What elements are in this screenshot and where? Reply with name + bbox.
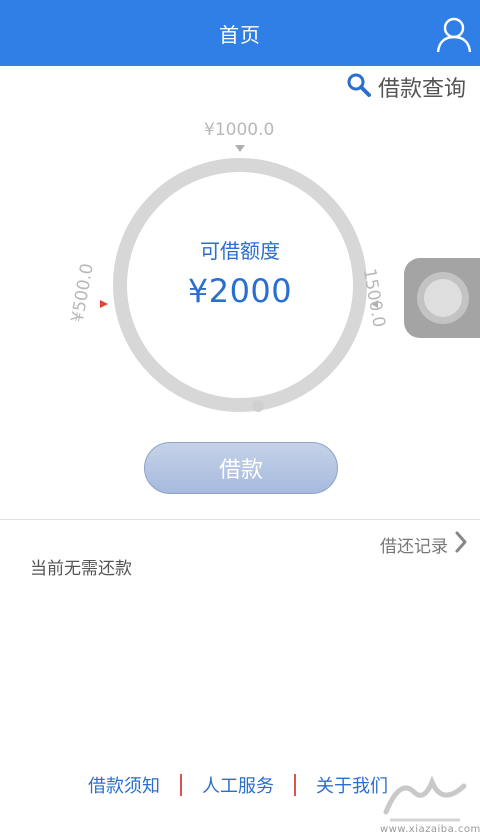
watermark-site-text: www.xiazaiba.com	[380, 824, 480, 835]
loan-records-link[interactable]: 借还记录	[380, 530, 468, 558]
footer-separator	[294, 774, 296, 796]
user-icon[interactable]	[434, 14, 474, 54]
footer-link-customer-service[interactable]: 人工服务	[202, 772, 274, 798]
loan-query-link[interactable]: 借款查询	[346, 70, 466, 104]
dial-knob	[252, 400, 264, 412]
tick-marker-left	[100, 300, 108, 308]
chevron-right-icon	[454, 530, 468, 558]
watermark-logo	[380, 772, 470, 832]
tick-label-top: ¥1000.0	[204, 120, 275, 140]
page-title: 首页	[219, 22, 261, 47]
credit-limit-amount: ¥2000	[187, 272, 293, 310]
dial-center: 可借额度 ¥2000	[140, 235, 340, 310]
footer-link-about-us[interactable]: 关于我们	[316, 772, 388, 798]
footer-link-loan-notice[interactable]: 借款须知	[88, 772, 160, 798]
footer-separator	[180, 774, 182, 796]
credit-limit-caption: 可借额度	[200, 239, 280, 263]
repayment-status: 当前无需还款	[30, 559, 132, 579]
top-app-bar: 首页	[0, 0, 480, 66]
assistive-touch-button[interactable]	[404, 258, 480, 338]
tick-marker-top	[235, 145, 245, 152]
assistive-ring-inner	[424, 279, 462, 317]
search-icon	[346, 72, 372, 102]
borrow-button-label: 借款	[218, 458, 263, 483]
section-divider	[0, 519, 480, 520]
loan-records-label: 借还记录	[380, 536, 448, 557]
loan-query-label: 借款查询	[377, 77, 466, 102]
borrow-button[interactable]: 借款	[144, 442, 338, 494]
